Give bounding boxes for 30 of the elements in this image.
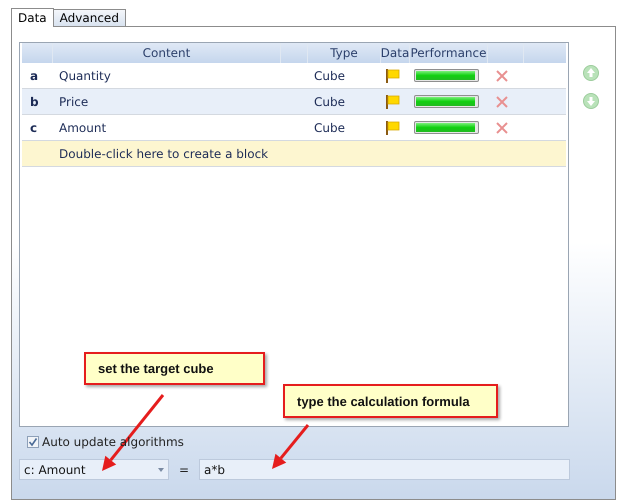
formula-field[interactable]: a*b bbox=[199, 459, 570, 480]
tab[interactable]: Data bbox=[11, 8, 54, 27]
move-up-icon[interactable] bbox=[583, 65, 599, 81]
delete-icon[interactable] bbox=[496, 96, 508, 108]
new-block-row[interactable]: Double-click here to create a block bbox=[22, 141, 566, 167]
content-cell-text: Quantity bbox=[58, 68, 112, 82]
row-letter: a bbox=[29, 68, 40, 82]
tab[interactable]: Advanced bbox=[52, 9, 126, 26]
new-block-hint: Double-click here to create a block bbox=[59, 146, 268, 160]
row-letter: c bbox=[29, 120, 38, 134]
flag-icon bbox=[385, 68, 400, 83]
equals-sign: = bbox=[178, 462, 190, 476]
type-cell-text: Cube bbox=[313, 94, 346, 108]
grid-row[interactable]: b Price Cube bbox=[22, 89, 566, 115]
content-cell-text: Price bbox=[58, 94, 90, 108]
delete-icon[interactable] bbox=[496, 122, 508, 134]
delete-icon[interactable] bbox=[496, 70, 508, 82]
flag-icon bbox=[385, 94, 400, 109]
content-cell-text: Amount bbox=[58, 120, 108, 134]
flag-icon bbox=[385, 120, 400, 135]
move-down-icon[interactable] bbox=[583, 93, 599, 109]
checkbox[interactable] bbox=[27, 436, 39, 448]
arrow-icon bbox=[270, 423, 310, 471]
callout: type the calculation formula bbox=[283, 384, 498, 418]
callout: set the target cube bbox=[84, 352, 265, 385]
type-cell-text: Cube bbox=[313, 68, 346, 82]
type-cell-text: Cube bbox=[313, 120, 346, 134]
target-cube-dropdown[interactable]: c: Amount bbox=[19, 459, 169, 480]
caret-icon bbox=[158, 468, 164, 472]
row-letter: b bbox=[29, 94, 40, 108]
